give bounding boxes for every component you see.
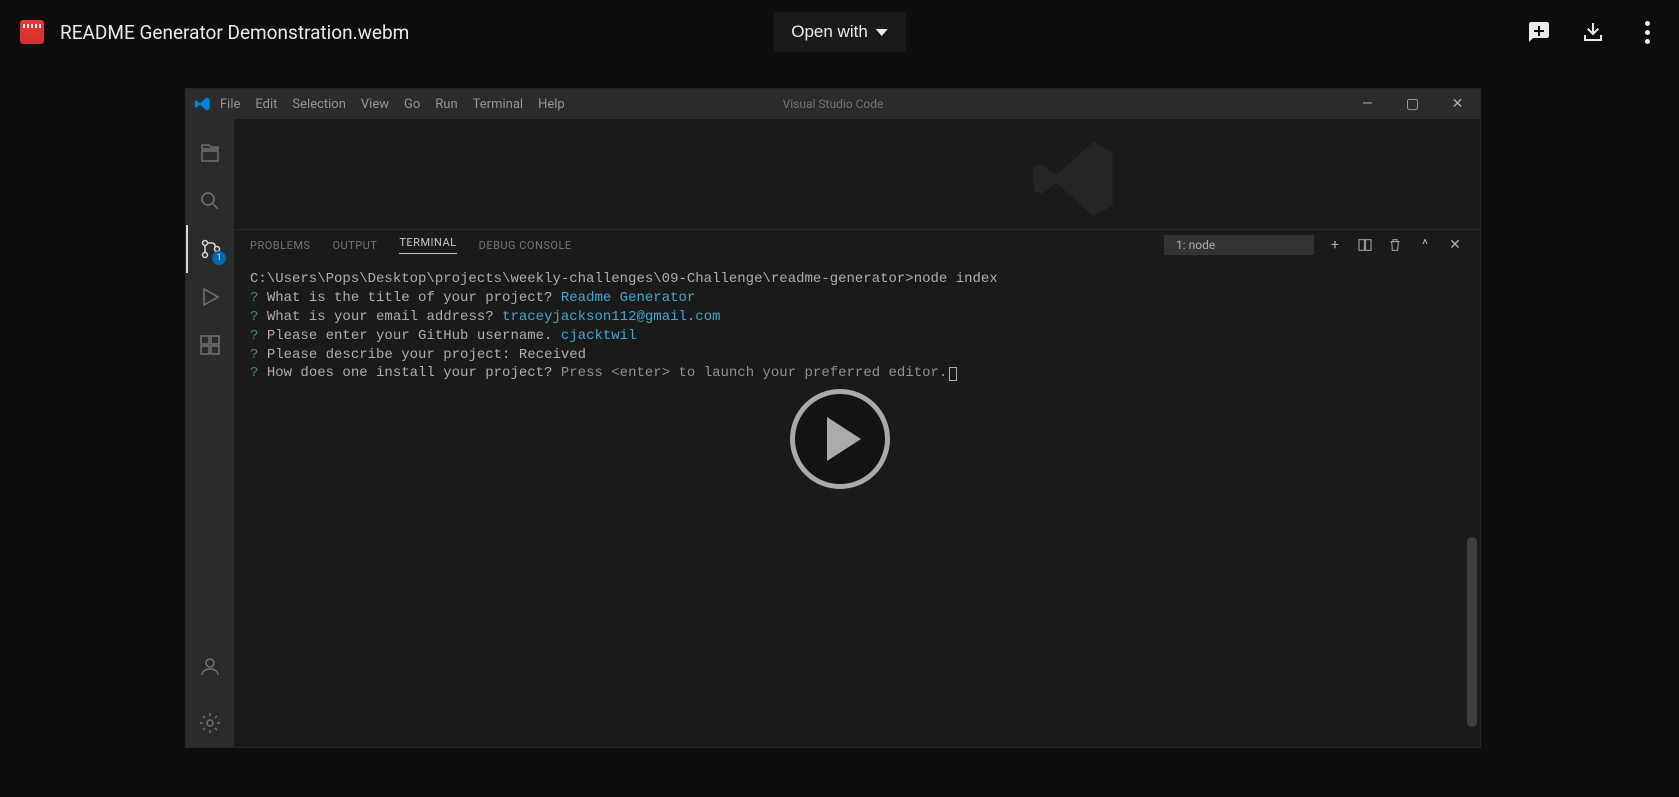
vscode-window-title: Visual Studio Code xyxy=(783,97,884,111)
video-file-icon xyxy=(20,20,44,44)
menu-edit[interactable]: Edit xyxy=(255,97,277,112)
window-controls: — ▢ ✕ xyxy=(1345,89,1480,119)
terminal-prompt-line: ? How does one install your project? Pre… xyxy=(250,364,1464,383)
tab-terminal[interactable]: TERMINAL xyxy=(399,236,456,254)
source-control-badge: 1 xyxy=(212,251,226,265)
add-comment-button[interactable] xyxy=(1527,20,1551,44)
menu-terminal[interactable]: Terminal xyxy=(473,97,523,112)
close-panel-button[interactable]: ✕ xyxy=(1446,237,1464,253)
close-button[interactable]: ✕ xyxy=(1435,89,1480,119)
menu-file[interactable]: File xyxy=(220,97,240,112)
activity-bar: 1 xyxy=(186,119,234,747)
split-terminal-button[interactable] xyxy=(1356,237,1374,253)
tab-debug-console[interactable]: DEBUG CONSOLE xyxy=(479,239,572,252)
open-with-label: Open with xyxy=(791,22,868,42)
terminal-prompt-line: ? What is your email address? traceyjack… xyxy=(250,308,1464,327)
extensions-icon[interactable] xyxy=(186,321,234,369)
maximize-button[interactable]: ▢ xyxy=(1390,89,1435,119)
scrollbar[interactable] xyxy=(1467,537,1477,727)
vscode-watermark-icon xyxy=(1030,134,1120,224)
tab-problems[interactable]: PROBLEMS xyxy=(250,239,310,252)
source-control-icon[interactable]: 1 xyxy=(186,225,234,273)
panel-tabs: PROBLEMS OUTPUT TERMINAL DEBUG CONSOLE 1… xyxy=(234,230,1480,260)
terminal-prompt-line: ? What is the title of your project? Rea… xyxy=(250,289,1464,308)
terminal-selector[interactable]: 1: node xyxy=(1164,235,1314,255)
open-with-button[interactable]: Open with xyxy=(773,12,906,52)
terminal-prompt-line: ? Please describe your project: Received xyxy=(250,346,1464,365)
vscode-logo-icon xyxy=(194,95,212,113)
menu-run[interactable]: Run xyxy=(435,97,457,112)
terminal-cursor xyxy=(949,367,957,381)
panel-area: PROBLEMS OUTPUT TERMINAL DEBUG CONSOLE 1… xyxy=(234,229,1480,747)
terminal-prompt-line: ? Please enter your GitHub username. cja… xyxy=(250,327,1464,346)
more-actions-button[interactable] xyxy=(1635,20,1659,44)
menu-go[interactable]: Go xyxy=(404,97,420,112)
vscode-menu: File Edit Selection View Go Run Terminal… xyxy=(220,97,565,112)
file-title: README Generator Demonstration.webm xyxy=(60,21,409,44)
menu-help[interactable]: Help xyxy=(538,97,565,112)
new-terminal-button[interactable]: + xyxy=(1326,237,1344,253)
menu-selection[interactable]: Selection xyxy=(292,97,345,112)
download-button[interactable] xyxy=(1581,20,1605,44)
editor-area xyxy=(234,119,1480,229)
run-debug-icon[interactable] xyxy=(186,273,234,321)
kill-terminal-button[interactable] xyxy=(1386,237,1404,253)
drive-top-bar: README Generator Demonstration.webm Open… xyxy=(0,0,1679,64)
terminal-content[interactable]: C:\Users\Pops\Desktop\projects\weekly-ch… xyxy=(234,260,1480,747)
tab-output[interactable]: OUTPUT xyxy=(332,239,377,252)
maximize-panel-button[interactable]: ^ xyxy=(1416,237,1434,253)
menu-view[interactable]: View xyxy=(361,97,389,112)
play-button[interactable] xyxy=(790,389,890,489)
settings-gear-icon[interactable] xyxy=(186,699,234,747)
caret-down-icon xyxy=(876,29,888,36)
kebab-icon xyxy=(1645,21,1650,44)
minimize-button[interactable]: — xyxy=(1345,89,1390,119)
terminal-cwd-line: C:\Users\Pops\Desktop\projects\weekly-ch… xyxy=(250,270,1464,289)
vscode-titlebar: File Edit Selection View Go Run Terminal… xyxy=(186,89,1480,119)
accounts-icon[interactable] xyxy=(186,643,234,691)
explorer-icon[interactable] xyxy=(186,129,234,177)
search-icon[interactable] xyxy=(186,177,234,225)
